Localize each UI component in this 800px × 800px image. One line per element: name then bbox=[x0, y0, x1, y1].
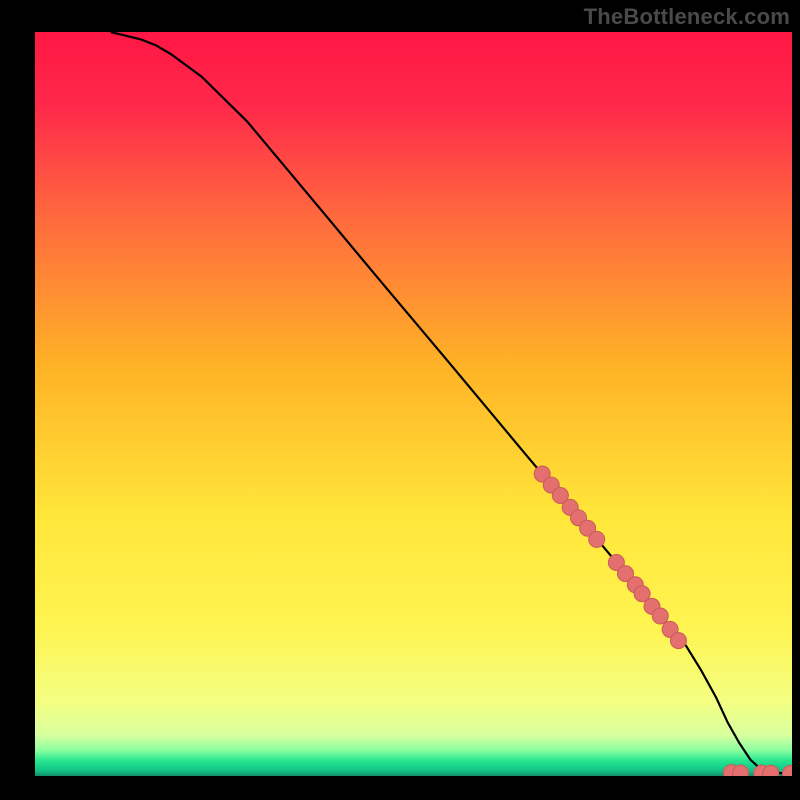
marker-dot bbox=[670, 633, 686, 649]
marker-dot bbox=[733, 765, 749, 776]
marker-dot bbox=[763, 765, 779, 776]
chart-frame: TheBottleneck.com bbox=[0, 0, 800, 800]
gradient-background bbox=[35, 32, 792, 776]
marker-dot bbox=[589, 531, 605, 547]
watermark-text: TheBottleneck.com bbox=[584, 4, 790, 30]
marker-dot bbox=[652, 608, 668, 624]
chart-svg bbox=[35, 32, 792, 776]
plot-area bbox=[35, 32, 792, 776]
